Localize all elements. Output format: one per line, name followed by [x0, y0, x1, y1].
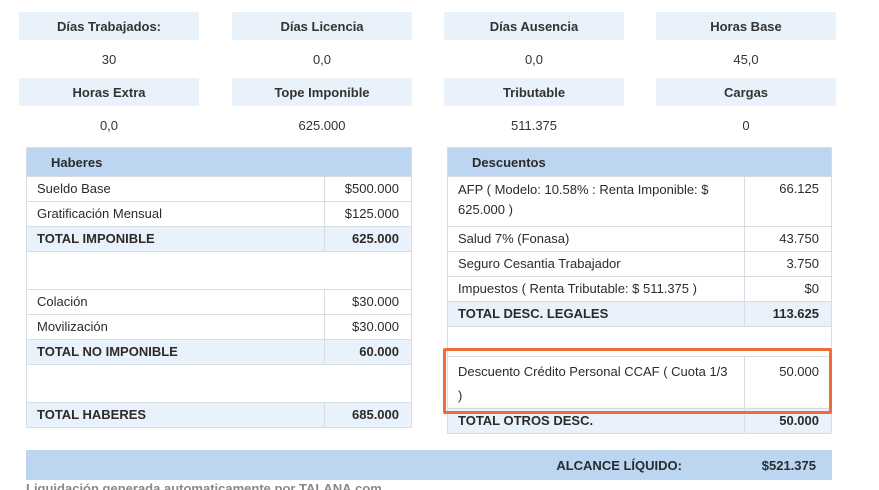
- spacer-row: [27, 251, 411, 289]
- horas-base-value: 45,0: [733, 51, 759, 67]
- dias-licencia-label: Días Licencia: [232, 12, 412, 40]
- total-legales-label: TOTAL DESC. LEGALES: [448, 302, 745, 326]
- cargas-value: 0: [742, 117, 750, 133]
- alcance-liquido-bar: ALCANCE LÍQUIDO: $521.375: [26, 450, 832, 480]
- dias-licencia-value: 0,0: [312, 51, 332, 67]
- colacion-value: $30.000: [352, 294, 399, 309]
- impuestos-label: Impuestos ( Renta Tributable: $ 511.375 …: [448, 277, 745, 301]
- total-no-imponible-value: 60.000: [359, 344, 399, 359]
- tope-imponible-value: 625.000: [298, 117, 346, 133]
- total-haberes-value: 685.000: [352, 407, 399, 422]
- seguro-cesantia-value: 3.750: [786, 256, 819, 271]
- gratificacion-value: $125.000: [344, 206, 399, 221]
- sueldo-base-label: Sueldo Base: [27, 177, 325, 201]
- sueldo-base-value: $500.000: [344, 181, 399, 196]
- seguro-cesantia-label: Seguro Cesantia Trabajador: [448, 252, 745, 276]
- impuestos-value: $0: [804, 281, 819, 296]
- movilizacion-label: Movilización: [27, 315, 325, 339]
- salud-label: Salud 7% (Fonasa): [448, 227, 745, 251]
- table-row: Gratificación Mensual $125.000: [27, 201, 411, 226]
- highlight-frame: [443, 348, 832, 414]
- table-row: Movilización $30.000: [27, 314, 411, 339]
- total-imponible-row: TOTAL IMPONIBLE 625.000: [27, 226, 411, 251]
- dias-trabajados-label: Días Trabajados:: [19, 12, 199, 40]
- cargas-label: Cargas: [656, 78, 836, 106]
- table-row: AFP ( Modelo: 10.58% : Renta Imponible: …: [448, 176, 831, 226]
- horas-base-label: Horas Base: [656, 12, 836, 40]
- dias-trabajados-value: 30: [101, 51, 117, 67]
- total-legales-row: TOTAL DESC. LEGALES 113.625: [448, 301, 831, 326]
- dias-ausencia-label: Días Ausencia: [444, 12, 624, 40]
- salud-value: 43.750: [779, 231, 819, 246]
- footer-text: Liquidación generada automaticamente por…: [26, 481, 382, 490]
- haberes-panel: Haberes Sueldo Base $500.000 Gratificaci…: [26, 147, 412, 428]
- spacer-row: [27, 364, 411, 402]
- total-imponible-label: TOTAL IMPONIBLE: [27, 227, 325, 251]
- afp-label: AFP ( Modelo: 10.58% : Renta Imponible: …: [448, 177, 745, 226]
- tributable-label: Tributable: [444, 78, 624, 106]
- total-no-imponible-row: TOTAL NO IMPONIBLE 60.000: [27, 339, 411, 364]
- haberes-title: Haberes: [27, 148, 411, 176]
- horas-extra-label: Horas Extra: [19, 78, 199, 106]
- tributable-value: 511.375: [510, 117, 558, 133]
- movilizacion-value: $30.000: [352, 319, 399, 334]
- table-row: Sueldo Base $500.000: [27, 176, 411, 201]
- total-haberes-row: TOTAL HABERES 685.000: [27, 402, 411, 427]
- total-no-imponible-label: TOTAL NO IMPONIBLE: [27, 340, 325, 364]
- table-row: Colación $30.000: [27, 289, 411, 314]
- table-row: Impuestos ( Renta Tributable: $ 511.375 …: [448, 276, 831, 301]
- alcance-liquido-label: ALCANCE LÍQUIDO:: [556, 458, 682, 473]
- tope-imponible-label: Tope Imponible: [232, 78, 412, 106]
- gratificacion-label: Gratificación Mensual: [27, 202, 325, 226]
- descuentos-title: Descuentos: [448, 148, 831, 176]
- afp-value: 66.125: [779, 181, 819, 196]
- colacion-label: Colación: [27, 290, 325, 314]
- total-legales-value: 113.625: [772, 306, 819, 321]
- dias-ausencia-value: 0,0: [524, 51, 544, 67]
- total-haberes-label: TOTAL HABERES: [27, 403, 325, 427]
- table-row: Salud 7% (Fonasa) 43.750: [448, 226, 831, 251]
- alcance-liquido-value: $521.375: [761, 458, 816, 473]
- table-row: Seguro Cesantia Trabajador 3.750: [448, 251, 831, 276]
- horas-extra-value: 0,0: [99, 117, 119, 133]
- total-imponible-value: 625.000: [352, 231, 399, 246]
